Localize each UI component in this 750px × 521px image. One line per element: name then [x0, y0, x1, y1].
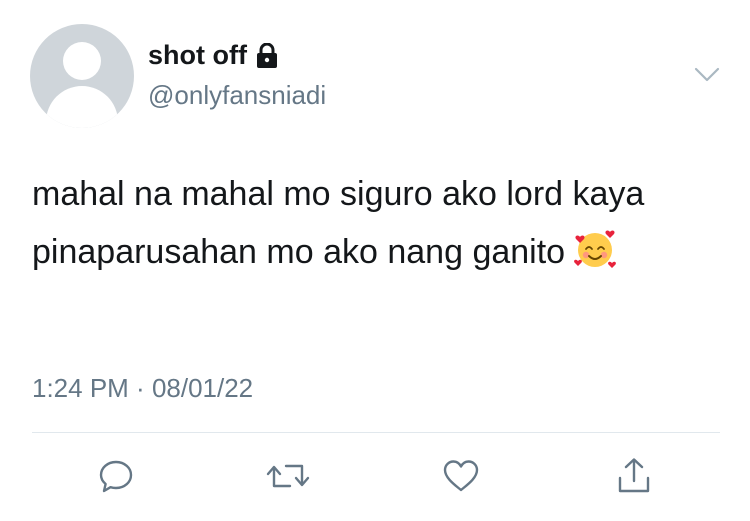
chevron-down-icon[interactable]	[692, 62, 722, 86]
share-icon[interactable]	[612, 454, 656, 498]
avatar-head-shape	[63, 42, 101, 80]
tweet-date: 08/01/22	[151, 373, 254, 403]
smiling-face-with-hearts-emoji	[573, 227, 617, 271]
name-row: shot off	[148, 40, 279, 71]
lock-icon	[255, 42, 279, 69]
retweet-icon[interactable]	[266, 454, 310, 498]
tweet-timestamp[interactable]: 1:24 PM · 08/01/22	[32, 373, 253, 404]
user-handle[interactable]: @onlyfansniadi	[148, 80, 326, 111]
tweet-text-content: mahal na mahal mo siguro ako lord kaya p…	[32, 175, 645, 271]
like-icon[interactable]	[439, 454, 483, 498]
reply-icon[interactable]	[94, 454, 138, 498]
tweet-time: 1:24 PM	[32, 373, 129, 403]
display-name[interactable]: shot off	[148, 40, 247, 71]
timestamp-separator: ·	[128, 373, 152, 403]
divider	[32, 432, 720, 433]
tweet-text: mahal na mahal mo siguro ako lord kaya p…	[32, 165, 712, 281]
avatar-shoulders-shape	[46, 86, 118, 128]
avatar[interactable]	[30, 24, 134, 128]
